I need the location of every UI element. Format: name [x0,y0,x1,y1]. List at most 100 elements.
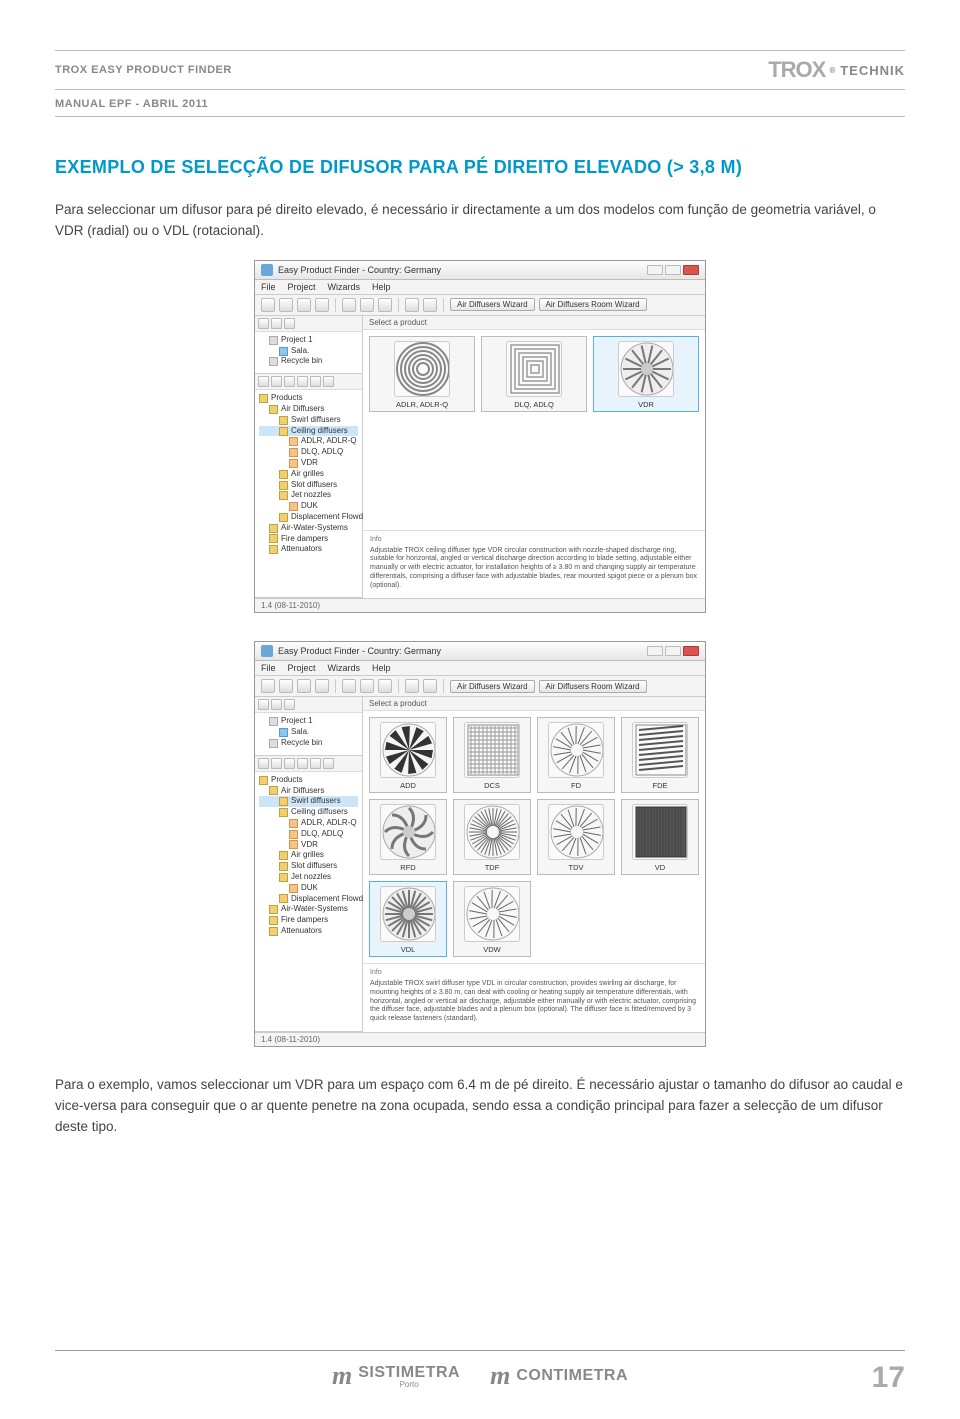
product-card[interactable]: VD [621,799,699,875]
menubar[interactable]: FileProjectWizardsHelp [255,661,705,676]
tree-item[interactable]: Ceiling diffusers [259,426,358,437]
wizard-btn-1[interactable]: Air Diffusers Wizard [450,680,535,693]
tree-item[interactable]: VDR [259,458,358,469]
info-label: Info [370,536,698,545]
app-icon [261,645,273,657]
product-card[interactable]: TDV [537,799,615,875]
page-number: 17 [872,1361,905,1395]
folder-icon [279,491,288,500]
folder-icon [279,347,288,356]
screenshot-1: Easy Product Finder - Country: Germany F… [254,260,706,614]
product-card[interactable]: VDL [369,881,447,957]
window-controls[interactable] [647,265,699,275]
diffuser-icon [632,722,688,778]
diffuser-icon [506,341,562,397]
tree-item[interactable]: Slot diffusers [259,480,358,491]
folder-icon [269,739,278,748]
tree-item[interactable]: Air-Water-Systems [259,523,358,534]
tree-item[interactable]: Fire dampers [259,915,358,926]
product-card[interactable]: DLQ, ADLQ [481,336,587,412]
toolbar[interactable]: Air Diffusers Wizard Air Diffusers Room … [255,295,705,316]
diffuser-icon [464,722,520,778]
diffuser-icon [548,722,604,778]
product-card[interactable]: ADD [369,717,447,793]
info-text: Adjustable TROX ceiling diffuser type VD… [370,547,698,591]
tree-item[interactable]: Displacement Flowdiffusers [259,512,358,523]
folder-icon [269,336,278,345]
footer-brand-2: m CONTIMETRA [490,1361,628,1391]
toolbar[interactable]: Air Diffusers Wizard Air Diffusers Room … [255,676,705,697]
product-card[interactable]: VDR [593,336,699,412]
statusbar-version: 1.4 (08-11-2010) [261,601,320,610]
product-card[interactable]: TDF [453,799,531,875]
tree-item[interactable]: Jet nozzles [259,490,358,501]
tree-item[interactable]: Air grilles [259,469,358,480]
tree-item[interactable]: Air Diffusers [259,786,358,797]
tree-item[interactable]: Fire dampers [259,534,358,545]
folder-icon [279,481,288,490]
tree-item[interactable]: Slot diffusers [259,861,358,872]
folder-icon [269,916,278,925]
tree-item[interactable]: DUK [259,883,358,894]
product-card[interactable]: RFD [369,799,447,875]
folder-icon [279,873,288,882]
tree-item[interactable]: Displacement Flowdiffusers [259,894,358,905]
tree-item[interactable]: VDR [259,840,358,851]
window-title: Easy Product Finder - Country: Germany [278,646,441,656]
tree-item[interactable]: Air Diffusers [259,404,358,415]
product-card[interactable]: FD [537,717,615,793]
app-icon [261,264,273,276]
diffuser-icon [380,722,436,778]
product-card[interactable]: ADLR, ADLR-Q [369,336,475,412]
window-title: Easy Product Finder - Country: Germany [278,265,441,275]
tree-item[interactable]: Sala. [259,727,358,738]
folder-icon [279,797,288,806]
tree-item[interactable]: Products [259,775,358,786]
tree-item[interactable]: Project 1 [259,716,358,727]
tree-item[interactable]: Sala. [259,346,358,357]
menubar[interactable]: FileProjectWizardsHelp [255,280,705,295]
tree-item[interactable]: Attenuators [259,926,358,937]
folder-icon [289,437,298,446]
tree-item[interactable]: Swirl diffusers [259,415,358,426]
folder-icon [259,394,268,403]
header-sub: MANUAL EPF - ABRIL 2011 [55,98,905,110]
diffuser-icon [380,804,436,860]
tree-item[interactable]: ADLR, ADLR-Q [259,818,358,829]
tree-item[interactable]: Jet nozzles [259,872,358,883]
diffuser-icon [380,886,436,942]
window-controls[interactable] [647,646,699,656]
tree-item[interactable]: ADLR, ADLR-Q [259,436,358,447]
tree-item[interactable]: Attenuators [259,544,358,555]
outro-paragraph: Para o exemplo, vamos seleccionar um VDR… [55,1075,905,1138]
wizard-btn-1[interactable]: Air Diffusers Wizard [450,298,535,311]
product-card[interactable]: FDE [621,717,699,793]
footer-brand-1: m SISTIMETRAPorto [332,1361,460,1391]
tree-item[interactable]: Project 1 [259,335,358,346]
tree-item[interactable]: Recycle bin [259,356,358,367]
tree-item[interactable]: Swirl diffusers [259,796,358,807]
select-product-label: Select a product [363,697,705,711]
product-card[interactable]: VDW [453,881,531,957]
wizard-btn-2[interactable]: Air Diffusers Room Wizard [539,298,647,311]
tree-item[interactable]: Products [259,393,358,404]
intro-paragraph: Para seleccionar um difusor para pé dire… [55,200,905,242]
tree-item[interactable]: DLQ, ADLQ [259,447,358,458]
folder-icon [289,819,298,828]
product-card[interactable]: DCS [453,717,531,793]
tree-item[interactable]: Air-Water-Systems [259,904,358,915]
diffuser-icon [618,341,674,397]
diffuser-icon [464,804,520,860]
folder-icon [289,830,298,839]
tree-item[interactable]: DLQ, ADLQ [259,829,358,840]
wizard-btn-2[interactable]: Air Diffusers Room Wizard [539,680,647,693]
folder-icon [269,927,278,936]
tree-item[interactable]: Ceiling diffusers [259,807,358,818]
folder-icon [279,894,288,903]
folder-icon [279,851,288,860]
tree-item[interactable]: Air grilles [259,850,358,861]
tree-item[interactable]: DUK [259,501,358,512]
diffuser-icon [464,886,520,942]
tree-item[interactable]: Recycle bin [259,738,358,749]
folder-icon [269,405,278,414]
